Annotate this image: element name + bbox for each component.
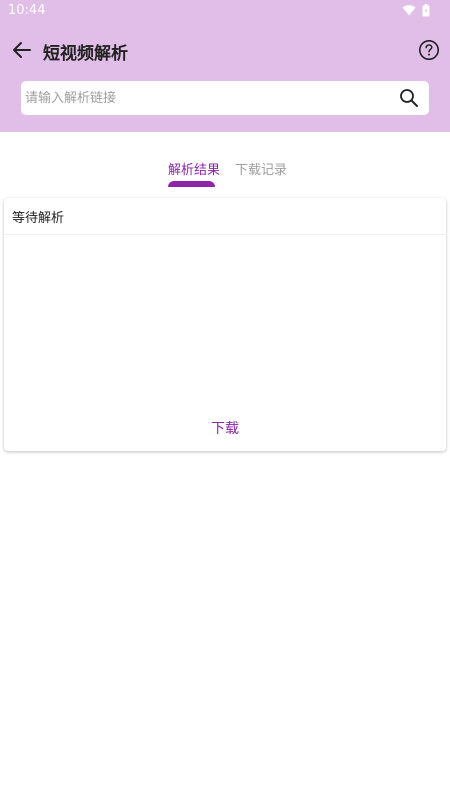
arrow-left-icon <box>13 42 31 58</box>
back-button[interactable] <box>10 38 34 62</box>
result-status-text: 等待解析 <box>12 211 65 226</box>
active-tab-indicator <box>168 181 215 187</box>
toolbar: 短视频解析 <box>0 28 450 72</box>
download-button[interactable]: 下载 <box>4 418 446 438</box>
help-button[interactable] <box>418 39 440 61</box>
page-title: 短视频解析 <box>43 44 128 64</box>
tab-download-history[interactable]: 下载记录 <box>235 159 287 178</box>
wifi-icon <box>402 4 416 16</box>
search-icon[interactable] <box>399 88 419 108</box>
tab-bar: 解析结果 下载记录 <box>0 150 450 188</box>
battery-icon <box>422 3 430 17</box>
result-card: 等待解析 下载 <box>4 198 446 451</box>
tab-parse-result[interactable]: 解析结果 <box>168 159 220 178</box>
status-icons <box>402 3 430 17</box>
app-screen: 10:44 短视频解析 请输入解析链接 解析结果 下载记录 等待解析 下载 <box>0 0 450 800</box>
search-input[interactable] <box>25 81 385 115</box>
header: 10:44 短视频解析 请输入解析链接 <box>0 0 450 132</box>
help-circle-icon <box>419 40 439 60</box>
status-bar: 10:44 <box>0 0 450 22</box>
result-card-header: 等待解析 <box>4 198 446 235</box>
status-time: 10:44 <box>8 3 46 18</box>
search-box <box>21 81 429 115</box>
